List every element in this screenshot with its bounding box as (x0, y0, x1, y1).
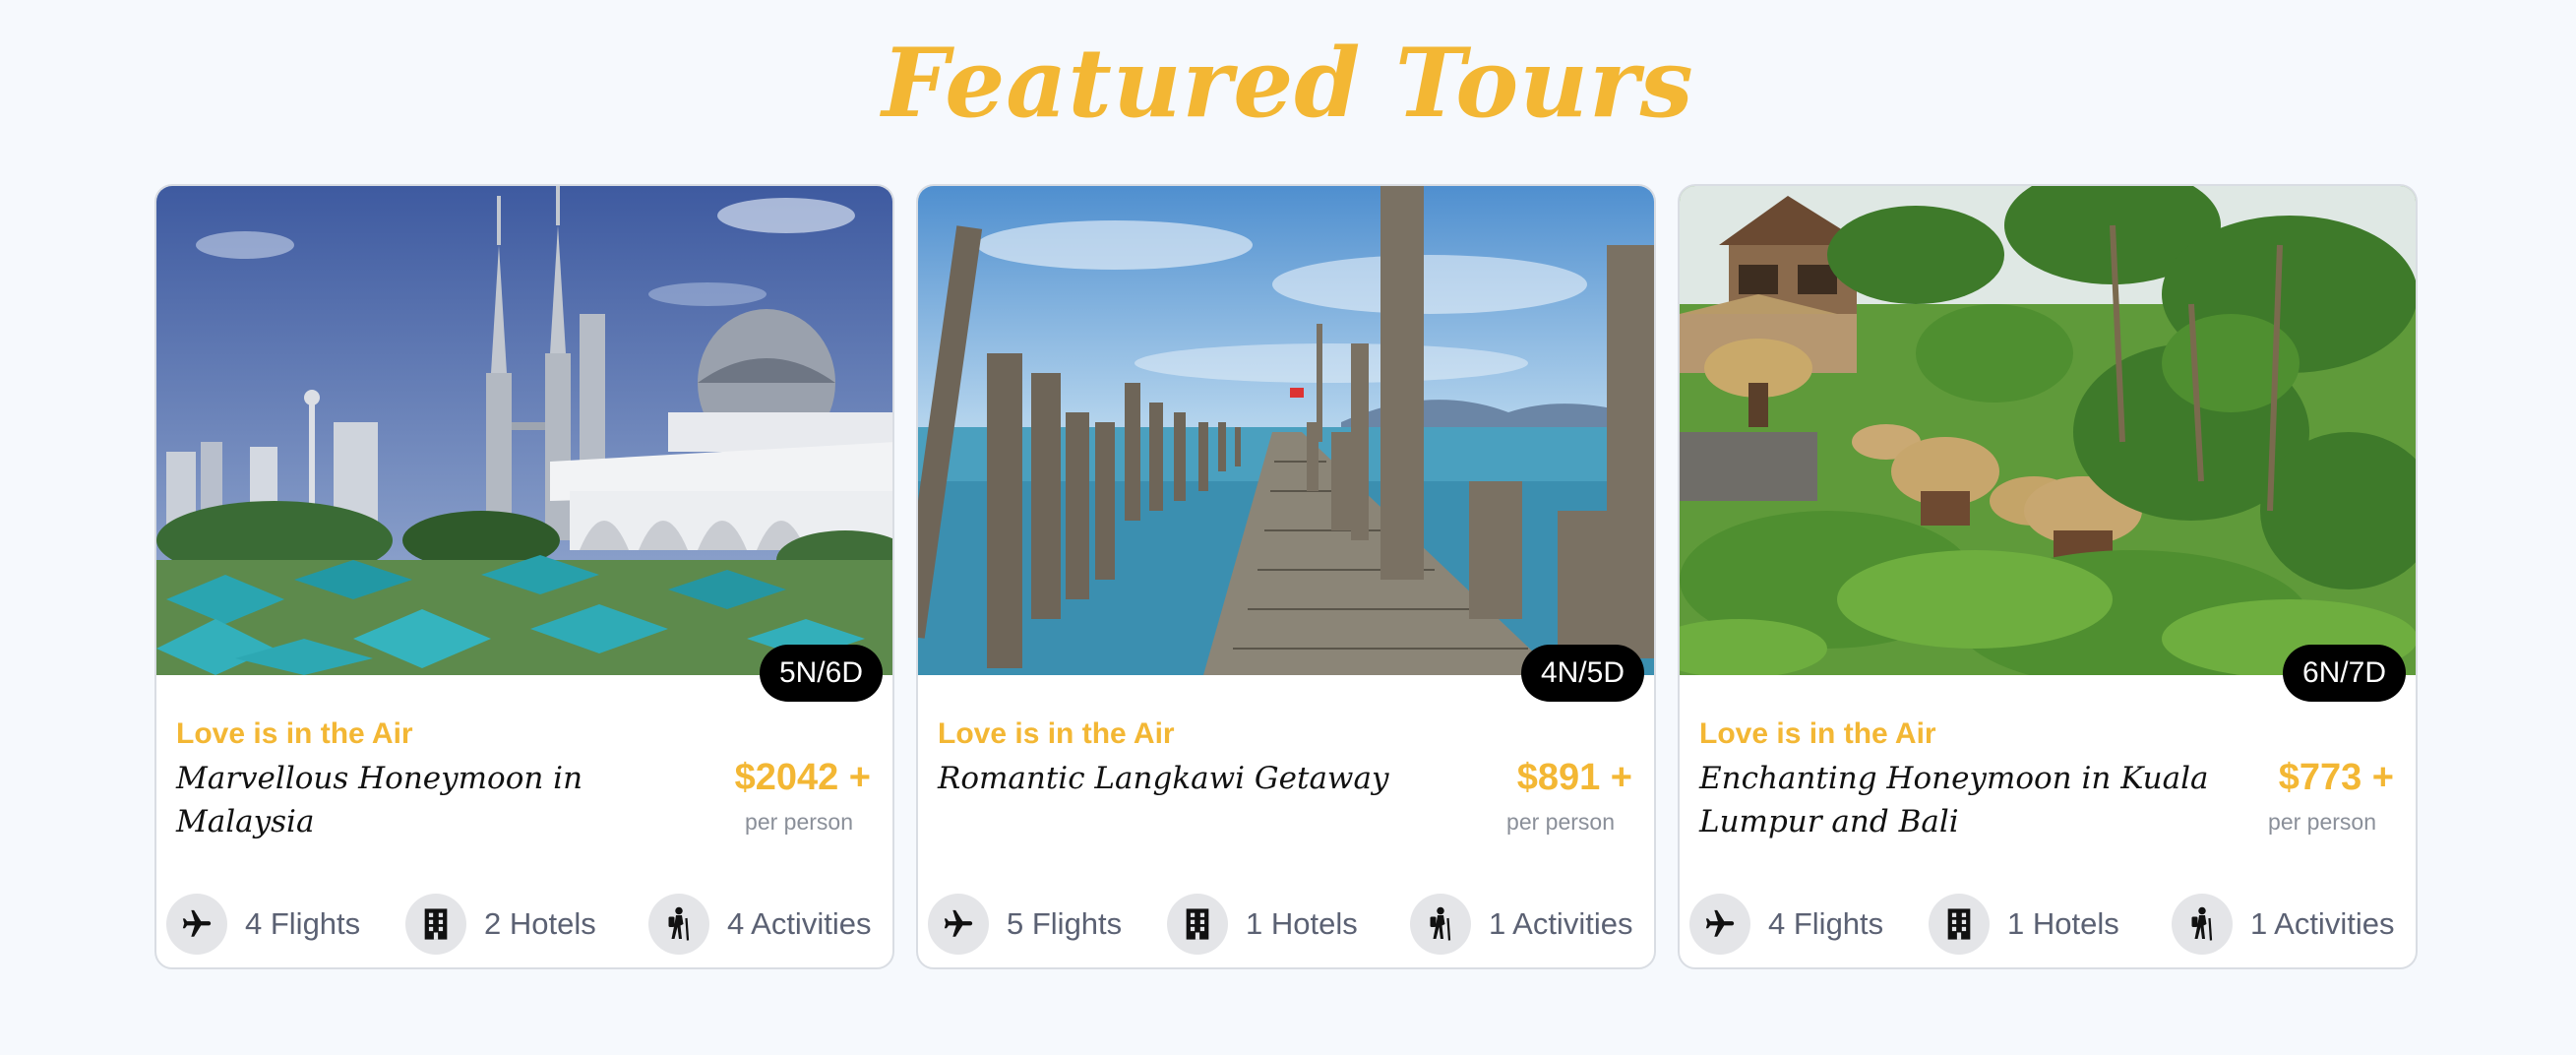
hiker-icon (2172, 894, 2233, 955)
duration-badge: 6N/7D (2282, 645, 2406, 702)
feature-flights: 4 Flights (166, 893, 360, 956)
duration-badge: 5N/6D (759, 645, 883, 702)
building-icon (405, 894, 466, 955)
hiker-icon (1410, 894, 1471, 955)
price-unit: per person (1506, 809, 1615, 835)
building-icon (1167, 894, 1228, 955)
feature-hotels: 1 Hotels (1167, 893, 1358, 956)
section-title: Featured Tours (882, 28, 1694, 139)
feature-label: 5 Flights (1007, 906, 1123, 941)
bali-jungle-photo[interactable] (1680, 186, 2416, 675)
hiker-icon (648, 894, 709, 955)
feature-label: 2 Hotels (484, 906, 596, 941)
feature-hotels: 2 Hotels (405, 893, 596, 956)
tour-cards: 5N/6D Love is in the Air Marvellous Hone… (154, 184, 2420, 971)
feature-flights: 4 Flights (1689, 893, 1883, 956)
feature-activities: 1 Activities (2172, 893, 2394, 956)
tour-card-kuala-lumpur-bali[interactable]: 6N/7D Love is in the Air Enchanting Hone… (1678, 184, 2418, 969)
feature-label: 4 Flights (1768, 906, 1884, 941)
tour-tagline: Love is in the Air (938, 717, 1175, 750)
price-unit: per person (745, 809, 853, 835)
tour-features: 4 Flights 1 Hotels 1 Activities (1680, 893, 2416, 956)
tour-features: 4 Flights 2 Hotels 4 Activities (156, 893, 892, 956)
price-unit: per person (2268, 809, 2376, 835)
wooden-pier-photo[interactable] (918, 186, 1654, 675)
tour-card-langkawi[interactable]: 4N/5D Love is in the Air Romantic Langka… (916, 184, 1656, 969)
tour-name[interactable]: Enchanting Honeymoon in Kuala Lumpur and… (1699, 757, 2211, 843)
feature-label: 1 Activities (1489, 906, 1633, 941)
airplane-icon (1689, 894, 1750, 955)
feature-label: 1 Hotels (2007, 906, 2119, 941)
kuala-lumpur-photo[interactable] (156, 186, 892, 675)
building-icon (1929, 894, 1990, 955)
tour-name[interactable]: Marvellous Honeymoon in Malaysia (176, 757, 688, 843)
tour-tagline: Love is in the Air (176, 717, 413, 750)
feature-activities: 1 Activities (1410, 893, 1632, 956)
tour-card-malaysia[interactable]: 5N/6D Love is in the Air Marvellous Hone… (154, 184, 894, 969)
feature-activities: 4 Activities (648, 893, 871, 956)
tour-price: $773 + (2278, 757, 2394, 798)
feature-label: 1 Activities (2250, 906, 2395, 941)
tour-price: $891 + (1516, 757, 1632, 798)
feature-flights: 5 Flights (928, 893, 1122, 956)
tour-name[interactable]: Romantic Langkawi Getaway (938, 757, 1449, 800)
airplane-icon (166, 894, 227, 955)
tour-features: 5 Flights 1 Hotels 1 Activities (918, 893, 1654, 956)
tour-tagline: Love is in the Air (1699, 717, 1936, 750)
airplane-icon (928, 894, 989, 955)
feature-label: 1 Hotels (1246, 906, 1358, 941)
tour-price: $2042 + (734, 757, 871, 798)
duration-badge: 4N/5D (1520, 645, 1644, 702)
feature-label: 4 Activities (727, 906, 872, 941)
feature-hotels: 1 Hotels (1929, 893, 2119, 956)
feature-label: 4 Flights (245, 906, 361, 941)
